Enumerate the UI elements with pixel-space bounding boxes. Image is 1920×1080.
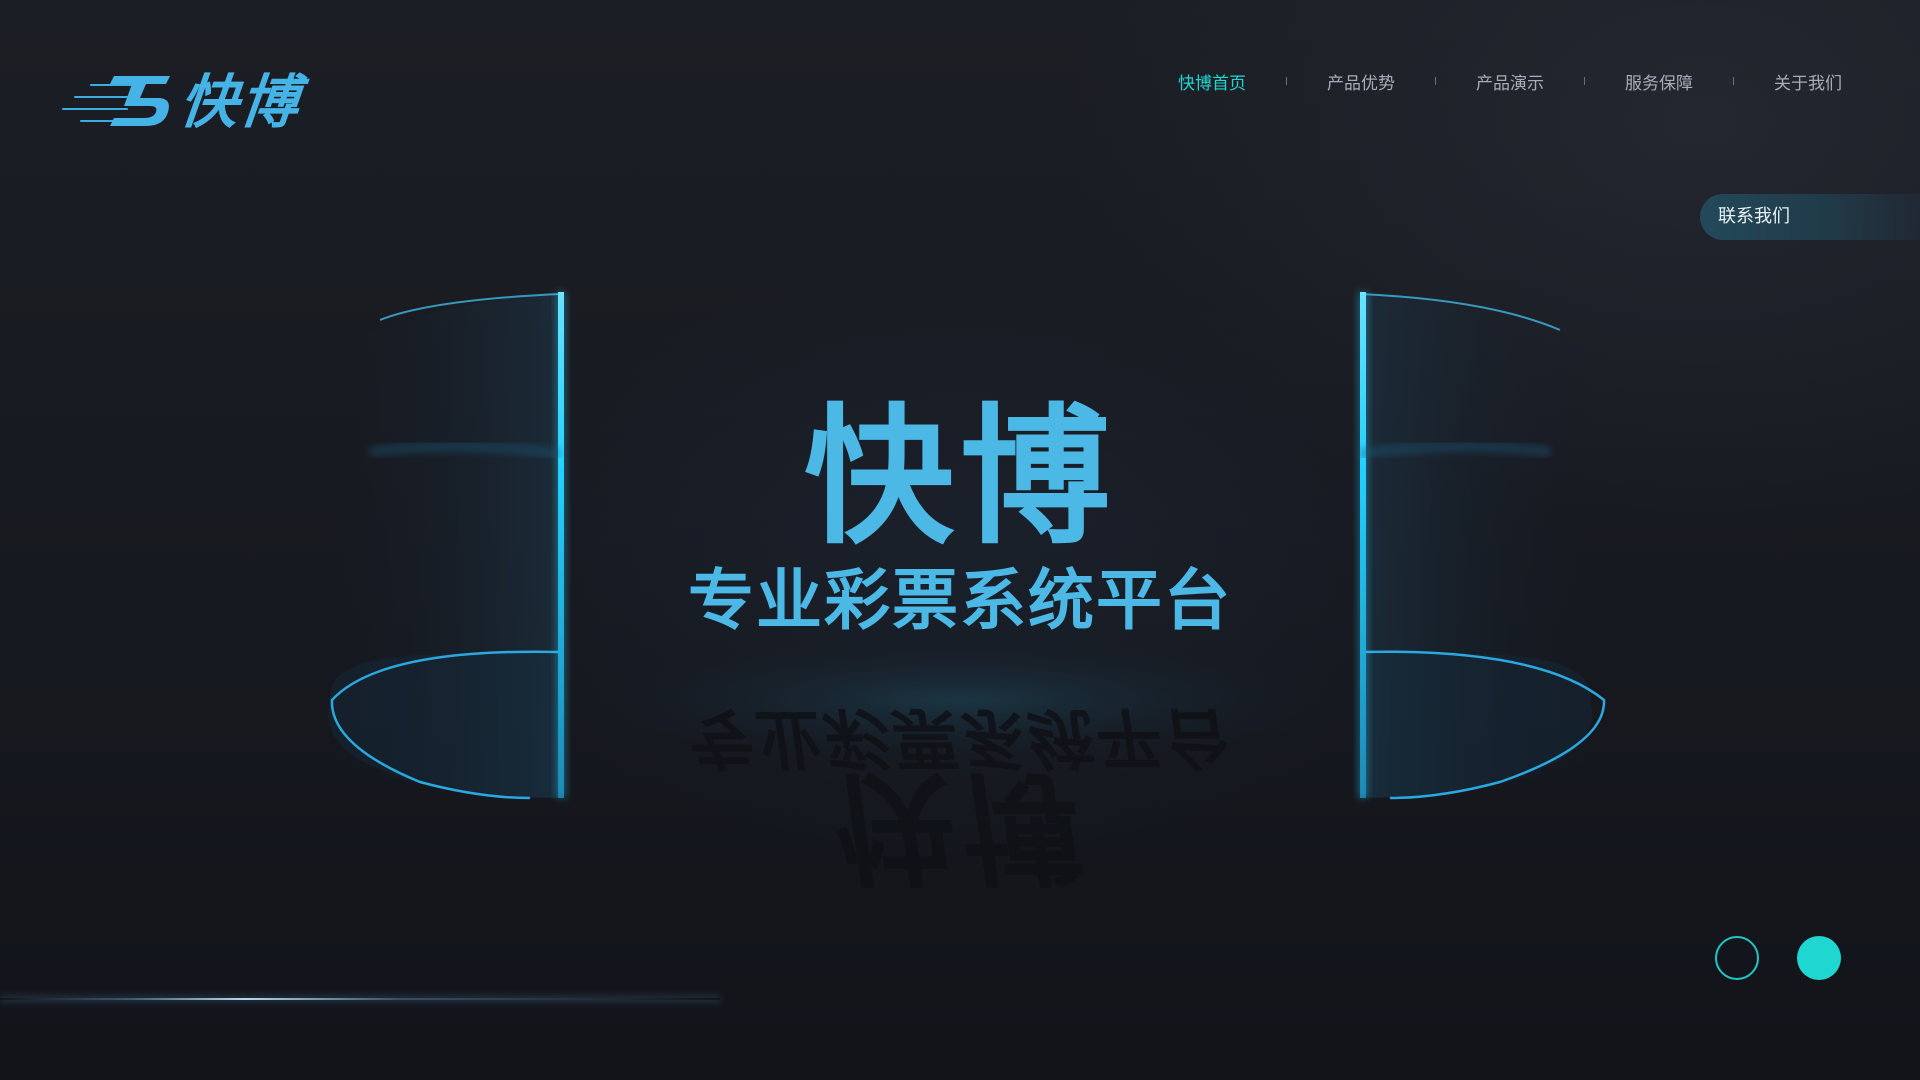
hero-subtitle: 专业彩票系统平台	[688, 562, 1232, 639]
speed-lines-logo-icon	[110, 76, 170, 126]
hero-title: 快博	[803, 391, 1116, 565]
bottom-glow-line	[0, 998, 720, 1000]
nav-divider	[1584, 77, 1585, 85]
landing-page: 快博 快博首页 产品优势 产品演示 服务保障 关于我们 联系我们 快博 专业彩票…	[0, 0, 1920, 1080]
hero-title-reflection: 快博	[824, 756, 1096, 895]
nav-item-about[interactable]: 关于我们	[1774, 69, 1842, 94]
main-nav: 快博首页 产品优势 产品演示 服务保障 关于我们	[1178, 66, 1842, 96]
brand-name: 快博	[176, 68, 304, 136]
nav-divider	[1733, 77, 1734, 85]
slide-dot-2-active[interactable]	[1797, 936, 1841, 980]
brand-logo[interactable]: 快博	[62, 64, 322, 142]
nav-item-demo[interactable]: 产品演示	[1476, 69, 1544, 94]
nav-divider	[1286, 77, 1287, 85]
nav-item-advantages[interactable]: 产品优势	[1327, 69, 1395, 94]
nav-divider	[1435, 77, 1436, 85]
nav-item-home[interactable]: 快博首页	[1178, 69, 1246, 94]
contact-us-button[interactable]: 联系我们	[1700, 194, 1920, 240]
nav-item-service[interactable]: 服务保障	[1625, 69, 1693, 94]
slide-dot-1[interactable]	[1715, 936, 1759, 980]
